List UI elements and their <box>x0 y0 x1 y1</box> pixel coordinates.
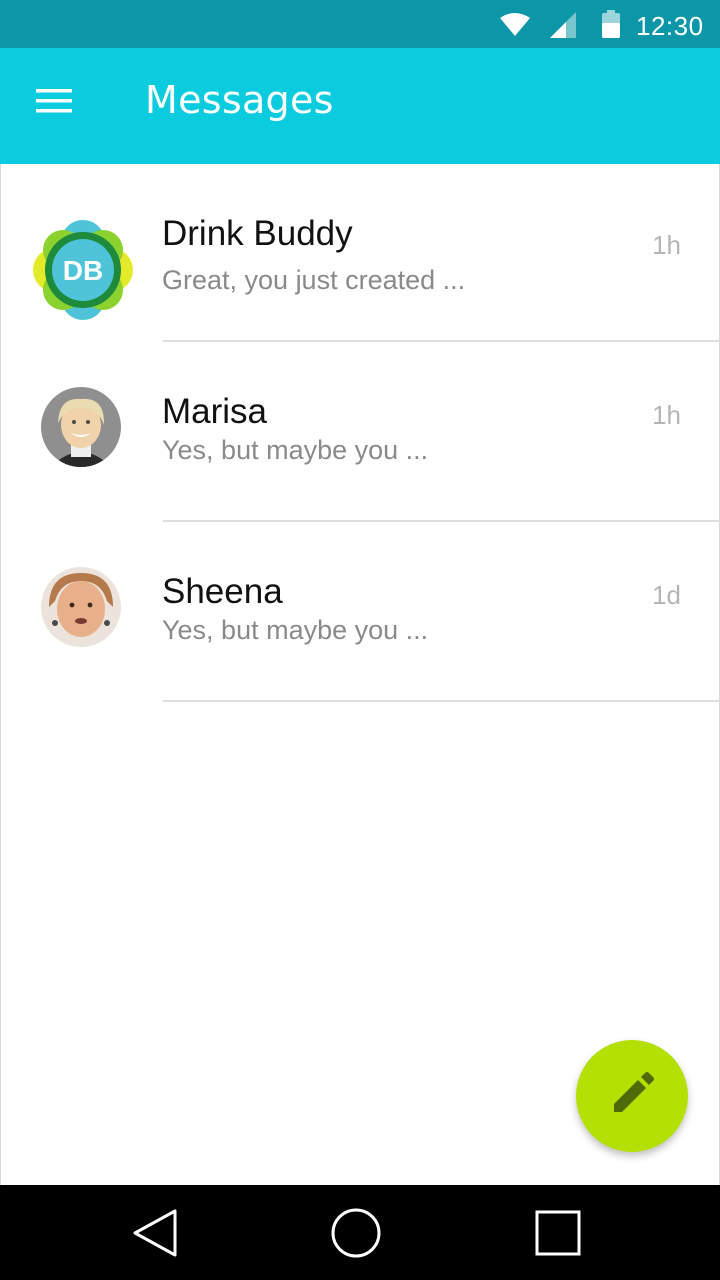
conversation-item-sheena[interactable]: Sheena Yes, but maybe you ... 1d <box>1 522 720 702</box>
drink-buddy-logo-initials: DB <box>63 255 103 286</box>
back-icon <box>129 1207 179 1264</box>
menu-button[interactable] <box>24 78 84 128</box>
conversation-list: DB Drink Buddy Great, you just created .… <box>0 164 720 1185</box>
conversation-preview: Yes, but maybe you ... <box>162 615 429 645</box>
conversation-preview: Great, you just created ... <box>162 265 466 295</box>
divider <box>163 700 720 702</box>
page-title: Messages <box>145 78 334 122</box>
conversation-name: Sheena <box>162 572 283 611</box>
conversation-time: 1h <box>652 230 681 260</box>
avatar-marisa <box>41 387 121 467</box>
cellular-signal-icon <box>550 12 576 43</box>
conversation-preview: Yes, but maybe you ... <box>162 435 429 465</box>
battery-icon <box>602 10 620 43</box>
conversation-time: 1d <box>652 580 681 610</box>
conversation-item-drink-buddy[interactable]: DB Drink Buddy Great, you just created .… <box>1 164 720 344</box>
conversation-name: Drink Buddy <box>162 214 353 253</box>
pencil-icon <box>610 1071 654 1121</box>
status-bar: 12:30 <box>0 0 720 48</box>
conversation-time: 1h <box>652 400 681 430</box>
recents-icon <box>535 1210 581 1261</box>
conversation-name: Marisa <box>162 392 268 431</box>
home-icon <box>330 1207 382 1264</box>
avatar-sheena <box>41 567 121 647</box>
status-clock: 12:30 <box>636 11 704 41</box>
compose-button[interactable] <box>576 1040 688 1152</box>
back-button[interactable] <box>124 1207 184 1263</box>
wifi-icon <box>500 12 530 41</box>
conversation-item-marisa[interactable]: Marisa Yes, but maybe you ... 1h <box>1 342 720 522</box>
drink-buddy-logo: DB <box>33 220 133 320</box>
navigation-bar <box>0 1185 720 1280</box>
recents-button[interactable] <box>528 1207 588 1263</box>
home-button[interactable] <box>326 1207 386 1263</box>
app-bar: Messages <box>0 48 720 164</box>
menu-icon <box>36 88 72 118</box>
